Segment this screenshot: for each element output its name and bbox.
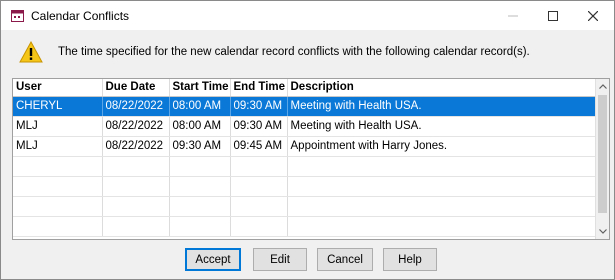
cell-description: Meeting with Health USA.	[287, 96, 597, 117]
window-title: Calendar Conflicts	[31, 9, 130, 23]
message-area: The time specified for the new calendar …	[1, 30, 614, 74]
cell-end-time: 09:30 AM	[230, 96, 288, 117]
cell-end-time: 09:30 AM	[230, 116, 288, 137]
column-header-user[interactable]: User	[13, 79, 103, 97]
chevron-up-icon	[598, 84, 607, 89]
cell-description: Meeting with Health USA.	[287, 116, 597, 137]
scroll-thumb[interactable]	[598, 95, 607, 213]
cell-due-date: 08/22/2022	[102, 96, 170, 117]
scroll-up-button[interactable]	[596, 79, 609, 94]
chevron-down-icon	[598, 229, 607, 234]
cell-user: MLJ	[13, 136, 103, 157]
table-header-row: User Due Date Start Time End Time Descri…	[13, 79, 597, 97]
close-icon	[588, 10, 598, 21]
accept-button[interactable]: Accept	[185, 248, 241, 271]
column-header-start-time[interactable]: Start Time	[169, 79, 231, 97]
column-header-due-date[interactable]: Due Date	[102, 79, 170, 97]
cell-user: CHERYL	[13, 96, 103, 117]
maximize-button[interactable]	[533, 1, 573, 30]
table-row[interactable]: CHERYL 08/22/2022 08:00 AM 09:30 AM Meet…	[13, 96, 597, 117]
cancel-button[interactable]: Cancel	[317, 248, 373, 271]
cell-end-time: 09:45 AM	[230, 136, 288, 157]
table-row[interactable]: MLJ 08/22/2022 09:30 AM 09:45 AM Appoint…	[13, 136, 597, 157]
empty-row	[13, 156, 597, 177]
cell-due-date: 08/22/2022	[102, 136, 170, 157]
empty-row	[13, 216, 597, 237]
warning-icon	[19, 41, 43, 63]
scroll-down-button[interactable]	[596, 224, 609, 239]
calendar-conflicts-dialog: Calendar Conflicts The time specified fo…	[0, 0, 615, 280]
edit-button[interactable]: Edit	[253, 248, 307, 271]
column-header-end-time[interactable]: End Time	[230, 79, 288, 97]
close-button[interactable]	[573, 1, 613, 30]
cell-description: Appointment with Harry Jones.	[287, 136, 597, 157]
minimize-icon	[508, 15, 518, 16]
empty-row	[13, 196, 597, 217]
conflicts-grid[interactable]: User Due Date Start Time End Time Descri…	[12, 78, 610, 240]
empty-row	[13, 176, 597, 197]
minimize-button[interactable]	[493, 1, 533, 30]
column-header-description[interactable]: Description	[287, 79, 597, 97]
conflict-message: The time specified for the new calendar …	[58, 46, 530, 58]
cell-due-date: 08/22/2022	[102, 116, 170, 137]
vertical-scrollbar[interactable]	[595, 79, 609, 239]
title-bar: Calendar Conflicts	[1, 1, 614, 30]
cell-start-time: 08:00 AM	[169, 116, 231, 137]
help-button[interactable]: Help	[383, 248, 437, 271]
calendar-app-icon	[11, 10, 24, 22]
maximize-icon	[548, 10, 558, 21]
cell-start-time: 08:00 AM	[169, 96, 231, 117]
conflicts-table: User Due Date Start Time End Time Descri…	[13, 79, 597, 237]
cell-start-time: 09:30 AM	[169, 136, 231, 157]
cell-user: MLJ	[13, 116, 103, 137]
table-row[interactable]: MLJ 08/22/2022 08:00 AM 09:30 AM Meeting…	[13, 116, 597, 137]
